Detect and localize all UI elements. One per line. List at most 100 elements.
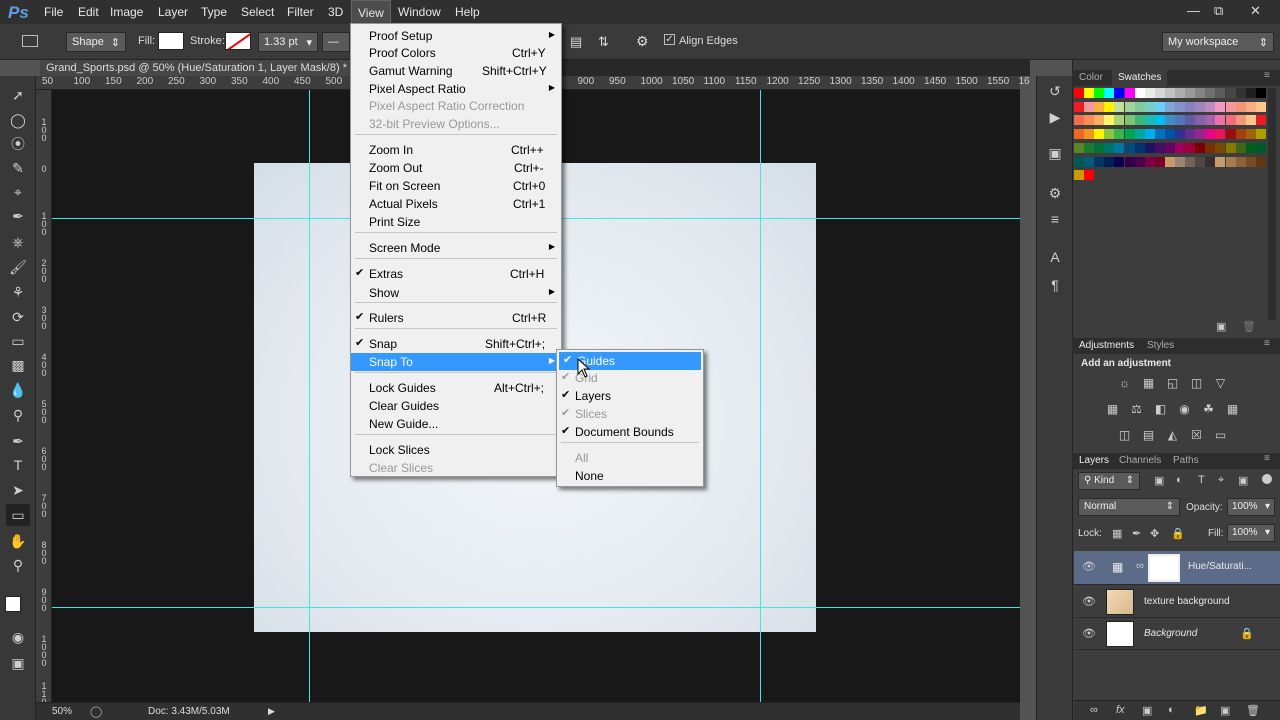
swatch[interactable] bbox=[1195, 156, 1206, 167]
swatch[interactable] bbox=[1164, 156, 1175, 167]
gear-icon[interactable]: ⚙ bbox=[636, 33, 649, 50]
lock-pixels-icon[interactable]: ✒ bbox=[1132, 527, 1141, 540]
swatch[interactable] bbox=[1084, 156, 1095, 167]
gradient-tool-icon[interactable]: ▩ bbox=[6, 354, 30, 376]
swatch[interactable] bbox=[1154, 129, 1165, 140]
adjustment-filter-icon[interactable]: ◐ bbox=[1176, 474, 1183, 486]
close-button[interactable]: ✕ bbox=[1250, 3, 1261, 19]
swatch[interactable] bbox=[1205, 115, 1216, 126]
view-menu-item-clear-guides[interactable]: Clear Guides bbox=[351, 397, 561, 415]
layer-mask-thumbnail[interactable] bbox=[1148, 554, 1180, 582]
visibility-eye-icon[interactable]: 👁 bbox=[1082, 595, 1096, 608]
swatch[interactable] bbox=[1255, 101, 1266, 112]
swatch[interactable] bbox=[1195, 88, 1206, 98]
menu-3d[interactable]: 3D bbox=[328, 5, 343, 19]
view-menu-item-screen-mode[interactable]: Screen Mode ▶ bbox=[351, 239, 561, 257]
hue-saturation-icon[interactable]: ▦ bbox=[1104, 402, 1121, 416]
swatch[interactable] bbox=[1114, 101, 1125, 112]
swatch[interactable] bbox=[1225, 129, 1236, 140]
channel-mixer-icon[interactable]: ☘ bbox=[1200, 402, 1217, 416]
view-menu-item-pixel-aspect-ratio[interactable]: Pixel Aspect Ratio ▶ bbox=[351, 80, 561, 98]
rectangle-tool-icon[interactable] bbox=[22, 35, 38, 47]
swatch[interactable] bbox=[1215, 156, 1226, 167]
swatch[interactable] bbox=[1195, 142, 1206, 153]
history-panel-icon[interactable]: ↺ bbox=[1043, 80, 1067, 102]
menu-window[interactable]: Window bbox=[398, 5, 441, 19]
restore-button[interactable]: ⧉ bbox=[1214, 3, 1223, 19]
swatch[interactable] bbox=[1124, 101, 1135, 112]
swatch[interactable] bbox=[1094, 129, 1105, 140]
swatch[interactable] bbox=[1094, 101, 1105, 112]
add-mask-icon[interactable]: ▣ bbox=[1142, 704, 1152, 717]
path-selection-tool-icon[interactable]: ➤ bbox=[6, 479, 30, 501]
character-panel-icon[interactable]: A bbox=[1043, 246, 1067, 268]
eraser-tool-icon[interactable]: ▭ bbox=[6, 330, 30, 352]
swatch[interactable] bbox=[1225, 101, 1236, 112]
brush-tool-icon[interactable]: 🖌 bbox=[6, 256, 30, 278]
menu-image[interactable]: Image bbox=[110, 5, 143, 19]
swatch[interactable] bbox=[1225, 156, 1236, 167]
swatch[interactable] bbox=[1235, 129, 1246, 140]
swatch[interactable] bbox=[1255, 88, 1266, 98]
swatch[interactable] bbox=[1124, 115, 1135, 126]
layer-style-icon[interactable]: fx bbox=[1116, 704, 1125, 716]
snap-to-item-layers[interactable]: ✔ Layers bbox=[557, 387, 703, 405]
swatch[interactable] bbox=[1104, 88, 1115, 98]
crop-tool-icon[interactable]: ⌖ bbox=[6, 181, 30, 203]
swatch[interactable] bbox=[1225, 115, 1236, 126]
tab-paths[interactable]: Paths bbox=[1173, 455, 1199, 466]
invert-icon[interactable]: ◫ bbox=[1116, 428, 1133, 442]
swatch[interactable] bbox=[1084, 129, 1095, 140]
swatch[interactable] bbox=[1144, 101, 1155, 112]
swatch[interactable] bbox=[1175, 142, 1185, 153]
black-white-icon[interactable]: ◧ bbox=[1152, 402, 1169, 416]
swatch[interactable] bbox=[1114, 156, 1125, 167]
swatch[interactable] bbox=[1134, 101, 1145, 112]
color-lookup-icon[interactable]: ▦ bbox=[1224, 402, 1241, 416]
foreground-color-swatch[interactable] bbox=[5, 596, 21, 612]
swatch[interactable] bbox=[1124, 142, 1135, 153]
new-layer-icon[interactable]: ▣ bbox=[1220, 704, 1230, 717]
paragraph-panel-icon[interactable]: ¶ bbox=[1043, 274, 1067, 296]
swatch[interactable] bbox=[1094, 88, 1105, 98]
swatch[interactable] bbox=[1215, 142, 1226, 153]
tab-channels[interactable]: Channels bbox=[1119, 455, 1161, 466]
view-menu-item-zoom-in[interactable]: Zoom In Ctrl++ bbox=[351, 141, 561, 159]
menu-file[interactable]: File bbox=[44, 5, 63, 19]
view-menu-item-lock-guides[interactable]: Lock Guides Alt+Ctrl+; bbox=[351, 379, 561, 397]
panel-menu-icon[interactable]: ≡ bbox=[1264, 70, 1270, 81]
move-tool-icon[interactable]: ➚ bbox=[6, 84, 30, 106]
swatch[interactable] bbox=[1144, 156, 1155, 167]
swatch[interactable] bbox=[1084, 115, 1095, 126]
blend-mode-dropdown[interactable]: Normal ⇕ bbox=[1078, 498, 1180, 516]
filter-toggle[interactable] bbox=[1262, 474, 1272, 484]
swatch[interactable] bbox=[1124, 129, 1135, 140]
swatch[interactable] bbox=[1084, 170, 1095, 181]
swatch[interactable] bbox=[1245, 142, 1256, 153]
exposure-icon[interactable]: ◫ bbox=[1188, 376, 1205, 390]
swatch[interactable] bbox=[1084, 142, 1095, 153]
swatch[interactable] bbox=[1114, 88, 1125, 98]
menu-view[interactable]: View bbox=[351, 0, 391, 24]
swatch[interactable] bbox=[1215, 115, 1226, 126]
swatch[interactable] bbox=[1225, 88, 1236, 98]
menu-layer[interactable]: Layer bbox=[158, 5, 188, 19]
trash-icon[interactable]: 🗑 bbox=[1246, 704, 1260, 717]
swatch[interactable] bbox=[1185, 156, 1196, 167]
view-menu-item-gamut-warning[interactable]: Gamut Warning Shift+Ctrl+Y bbox=[351, 62, 561, 80]
swatch[interactable] bbox=[1164, 142, 1175, 153]
shape-filter-icon[interactable]: ⌖ bbox=[1218, 474, 1224, 487]
swatch[interactable] bbox=[1164, 88, 1175, 98]
swatch[interactable] bbox=[1235, 115, 1246, 126]
panel-menu-icon[interactable]: ≡ bbox=[1264, 453, 1270, 464]
swatch[interactable] bbox=[1144, 142, 1155, 153]
view-menu-item-print-size[interactable]: Print Size bbox=[351, 213, 561, 231]
swatch[interactable] bbox=[1175, 88, 1185, 98]
quick-mask-icon[interactable]: ◉ bbox=[6, 626, 30, 648]
swatch[interactable] bbox=[1175, 101, 1185, 112]
path-alignment-icon[interactable]: ▤ bbox=[570, 34, 582, 50]
fill-field[interactable]: 100% ▾ bbox=[1227, 524, 1275, 542]
curves-icon[interactable]: ◱ bbox=[1164, 376, 1181, 390]
vibrance-icon[interactable]: ▽ bbox=[1212, 376, 1229, 390]
swatch[interactable] bbox=[1195, 101, 1206, 112]
